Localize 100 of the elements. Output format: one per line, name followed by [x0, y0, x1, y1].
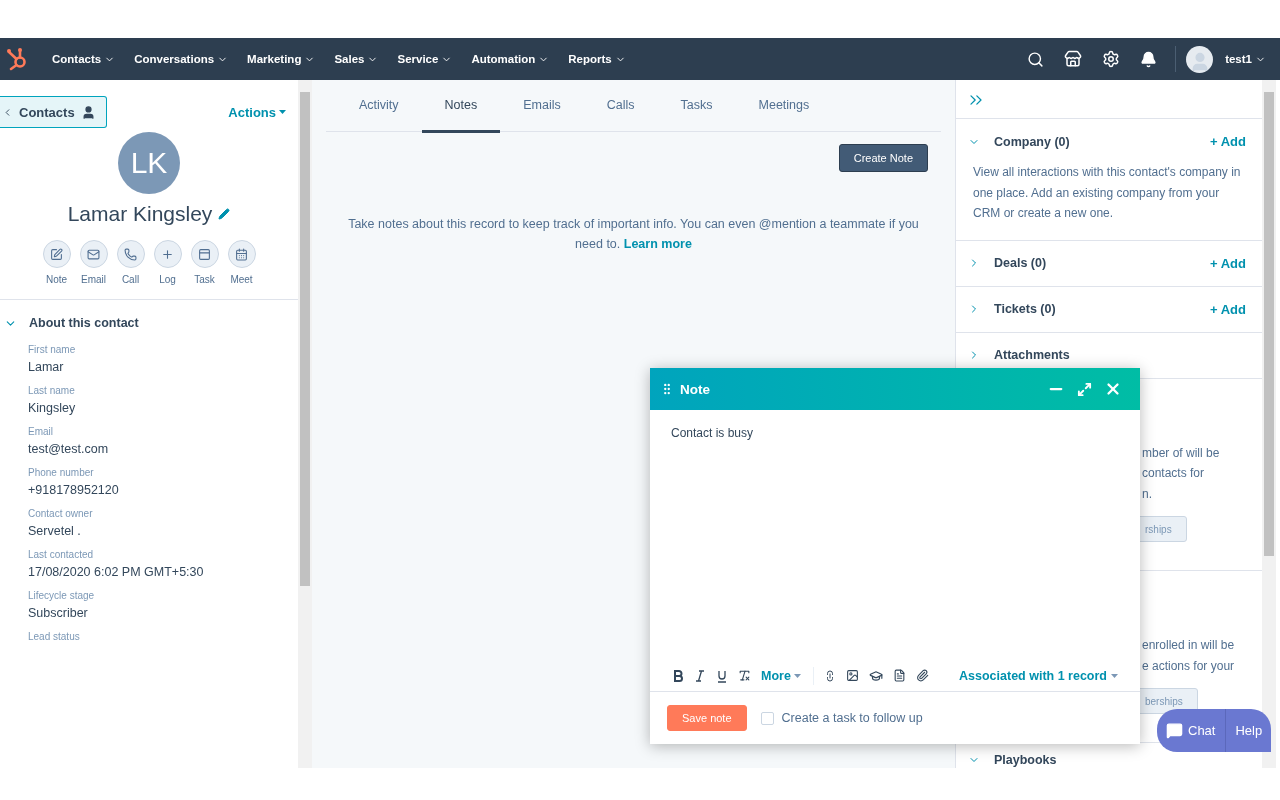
field-label: Email [28, 426, 54, 437]
field-label: Lead status [28, 631, 81, 642]
caret-icon [793, 673, 801, 678]
user-menu[interactable]: test1 [1225, 53, 1266, 65]
field-value: test@test.com [28, 442, 110, 456]
call-icon [124, 247, 137, 261]
action-label: Call [121, 274, 140, 285]
help-button[interactable]: Help [1226, 709, 1272, 752]
field-label: First name [28, 344, 77, 355]
action-label: Task [194, 274, 215, 285]
field-label: Last name [28, 385, 76, 396]
add-link[interactable]: + Add [1210, 134, 1246, 149]
action-label: Meet [230, 274, 253, 285]
tab[interactable]: Activity [336, 80, 422, 133]
nav-menu-item[interactable]: Automation [471, 53, 550, 65]
paperclip-icon [915, 669, 929, 682]
chat-bubble-icon [1166, 722, 1183, 739]
about-section-header[interactable]: About this contact [0, 300, 298, 344]
pencil-icon[interactable] [218, 208, 231, 220]
note-icon [50, 247, 63, 261]
underline-button[interactable] [716, 668, 728, 683]
nav-menu-item[interactable]: Reports [568, 53, 626, 65]
field-value: +918178952120 [28, 483, 120, 497]
image-icon [845, 669, 859, 682]
actions-menu[interactable]: Actions [228, 104, 286, 120]
add-link[interactable]: + Add [1210, 255, 1246, 271]
bold-button[interactable] [672, 668, 684, 683]
learn-more-link[interactable]: Learn more [623, 237, 692, 251]
empty-notes-message: Take notes about this record to keep track of important info. You can even @mention a teammate if you need to. Learn more [347, 216, 920, 253]
contact-avatar: LK [118, 132, 180, 194]
section-text: e actions for your [1142, 657, 1236, 675]
section-header[interactable]: Deals (0) [968, 256, 1200, 270]
contact-name: Lamar Kingsley [67, 202, 213, 226]
field-label: Phone number [28, 467, 95, 478]
email-icon [87, 247, 100, 261]
section-text: contacts for [1142, 465, 1206, 482]
store-icon[interactable] [1064, 50, 1083, 68]
associations-menu[interactable]: Associated with 1 record [959, 668, 1118, 683]
chat-button[interactable]: Chat [1157, 709, 1227, 752]
tab[interactable]: Calls [583, 80, 658, 133]
section-header[interactable]: Attachments [968, 348, 1246, 362]
caret-icon [1111, 673, 1118, 678]
image-button[interactable] [845, 669, 859, 682]
attachment-button[interactable] [915, 669, 929, 682]
action-label: Note [45, 274, 68, 285]
field-value: Lamar [28, 360, 65, 374]
graduation-cap-button[interactable] [868, 668, 883, 683]
checkbox[interactable] [760, 711, 774, 725]
settings-icon[interactable] [1102, 50, 1121, 68]
document-icon [892, 669, 906, 682]
underline-icon [716, 668, 728, 683]
nav-menu-item[interactable]: Contacts [52, 53, 116, 65]
clear-format-button[interactable] [738, 669, 751, 682]
field-value: 17/08/2020 6:02 PM GMT+5:30 [28, 565, 205, 579]
field-value: Subscriber [28, 606, 89, 620]
italic-button[interactable] [694, 668, 706, 683]
meet-icon [235, 247, 248, 261]
caret-icon [279, 110, 286, 114]
section-header[interactable]: Playbooks [968, 753, 1246, 767]
nav-menu-item[interactable]: Marketing [247, 53, 316, 65]
email-action-button[interactable] [79, 240, 108, 268]
field-label: Last contacted [28, 549, 95, 560]
section-text: mber of will be [1142, 444, 1221, 462]
nav-menu-item[interactable]: Conversations [134, 53, 229, 65]
nav-menu-item[interactable]: Service [397, 53, 453, 65]
note-action-button[interactable] [42, 240, 71, 268]
clear-format-icon [738, 669, 751, 682]
scrollbar[interactable] [298, 80, 312, 768]
log-icon [161, 247, 174, 261]
user-avatar[interactable] [1186, 45, 1214, 73]
checkbox-label: Create a task to follow up [781, 711, 923, 725]
meet-action-button[interactable] [227, 240, 256, 268]
italic-icon [694, 668, 706, 683]
tab[interactable]: Emails [500, 80, 584, 133]
section-text: enrolled in will be [1142, 637, 1236, 654]
bold-icon [672, 668, 684, 683]
dialog-title: Note [680, 381, 711, 397]
call-action-button[interactable] [116, 240, 145, 268]
section-header[interactable]: Company (0) [968, 134, 1200, 149]
document-button[interactable] [892, 669, 906, 682]
add-link[interactable]: + Add [1210, 301, 1246, 317]
nav-menu-item[interactable]: Sales [334, 53, 379, 65]
scrollbar[interactable] [1262, 80, 1276, 768]
tab[interactable]: Tasks [657, 80, 736, 133]
tab[interactable]: Meetings [735, 80, 833, 133]
create-note-button[interactable]: Create Note [838, 144, 928, 172]
back-to-contacts-button[interactable]: Contacts [0, 96, 107, 128]
tab[interactable]: Notes [421, 80, 501, 133]
task-action-button[interactable] [190, 240, 219, 268]
field-label: Lifecycle stage [28, 590, 96, 601]
section-description: View all interactions with this contact's company in one place. Add an existing company from your CRM or create a new one. [973, 164, 1242, 222]
section-header[interactable]: Tickets (0) [968, 302, 1200, 316]
task-icon [198, 247, 211, 261]
field-value: Kingsley [28, 401, 77, 415]
search-icon[interactable] [1027, 50, 1045, 68]
field-label: Contact owner [28, 508, 94, 519]
bell-icon[interactable] [1140, 50, 1158, 68]
graduation-cap-icon [868, 668, 883, 683]
person-icon [80, 104, 96, 120]
more-menu[interactable]: More [761, 668, 801, 683]
